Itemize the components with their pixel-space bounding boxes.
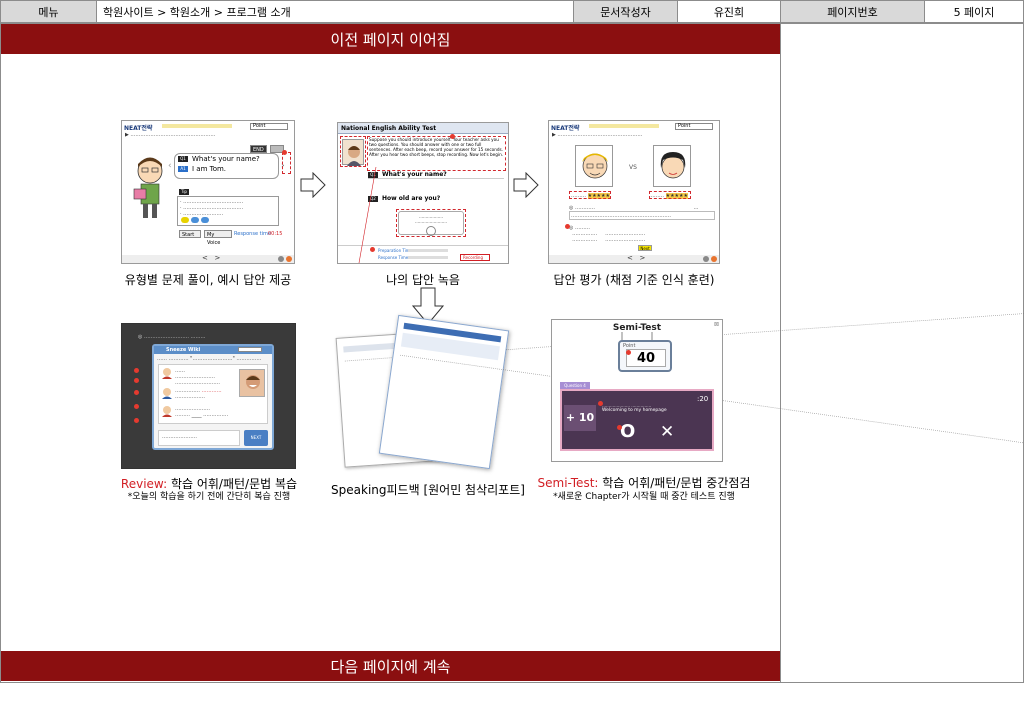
- feedback-report-front: ……………………………………………………………………………………………………………: [378, 314, 1024, 498]
- a1-tag: A1: [178, 166, 188, 172]
- progress-strip: [162, 124, 232, 128]
- review-window: Sneeze Wiki …… ………… "……………………" …………… …………: [152, 344, 274, 450]
- x-button[interactable]: ✕: [660, 422, 674, 442]
- question-2: How old are you?: [382, 195, 441, 202]
- tip-tag: Tip: [179, 189, 189, 195]
- question-1: What's your name?: [382, 171, 447, 178]
- screenshot-semi-test: Semi-Test ⊠ Point 40 Question 4 + 10 :20…: [551, 319, 723, 462]
- mode-select[interactable]: Point: [675, 123, 713, 130]
- pager-arrows[interactable]: < >: [627, 254, 645, 262]
- author-name: 유진희: [677, 0, 781, 23]
- breadcrumb: 학원사이트 > 학원소개 > 프로그램 소개: [96, 0, 574, 23]
- answer-text: I am Tom.: [192, 165, 227, 173]
- help-icon[interactable]: [278, 256, 284, 262]
- caption-review-sub: *오늘의 학습을 하기 전에 간단히 복습 진행: [127, 492, 291, 502]
- brand-logo: NEAT전략: [551, 125, 580, 132]
- mode-select[interactable]: Point: [250, 123, 288, 130]
- author-label: 문서작성자: [573, 0, 678, 23]
- timer: :20: [697, 395, 709, 403]
- response-time-value: 00:15: [268, 231, 283, 237]
- point-value: 40: [626, 349, 666, 367]
- boy-character-icon: [133, 157, 163, 218]
- document-header: 메뉴 학원사이트 > 학원소개 > 프로그램 소개 문서작성자 유진희 페이지번…: [0, 0, 1024, 23]
- continued-from-banner: 이전 페이지 이어짐: [1, 24, 780, 54]
- caption-feedback: Speaking피드백 [원어민 첨삭리포트]: [331, 483, 525, 497]
- caption-type-practice: 유형별 문제 풀이, 예시 답안 제공: [124, 273, 292, 287]
- close-icon[interactable]: [711, 256, 717, 262]
- caption-semi-test-sub: *새로운 Chapter가 시작될 때 중간 테스트 진행: [553, 492, 735, 502]
- my-voice-button[interactable]: My Voice: [204, 230, 232, 246]
- caption-recording: 나의 답안 녹음: [386, 273, 460, 287]
- q1-tag: Q1: [178, 156, 188, 162]
- brand-logo: NEAT전략: [124, 125, 153, 132]
- close-icon[interactable]: [286, 256, 292, 262]
- continued-next-banner: 다음 페이지에 계속: [1, 651, 780, 681]
- avatar-icon: [162, 406, 172, 417]
- point-card: Point 40: [618, 340, 672, 372]
- girl-portrait-icon: [653, 145, 691, 187]
- avatar-icon: [162, 388, 172, 399]
- highlight-box: [282, 152, 291, 174]
- right-arrow-icon: [513, 172, 539, 198]
- man-photo: [239, 369, 265, 397]
- screenshot-review: ◎ ……………………… ……… Sneeze Wiki …… ………… "…………: [121, 323, 296, 469]
- screenshot-type-practice: NEAT전략 Point ▶ …………………………………………… END Q1 …: [121, 120, 295, 264]
- quiz-question: Welcoming to my homepage: [602, 408, 667, 413]
- quiz-panel: + 10 :20 ………………… …………… Welcoming to my h…: [560, 389, 714, 451]
- close-icon[interactable]: ⊠: [714, 321, 719, 328]
- screenshot-evaluation: NEAT전략 Point ▶ …………………………………………… VS ……… …: [548, 120, 720, 264]
- vs-label: VS: [629, 164, 637, 171]
- end-button[interactable]: END: [250, 145, 267, 153]
- question-tab: Question 4: [560, 382, 590, 389]
- caption-evaluation: 답안 평가 (채점 기준 인식 훈련): [553, 273, 715, 287]
- response-time-label: Response time: [234, 231, 271, 237]
- help-icon[interactable]: [703, 256, 709, 262]
- avatar-icon: [162, 368, 172, 379]
- pager-arrows[interactable]: < >: [202, 254, 220, 262]
- bonus-points: + 10: [564, 405, 596, 431]
- review-tab: Sneeze Wiki: [166, 347, 201, 353]
- next-button[interactable]: Next: [638, 245, 652, 251]
- side-notes-frame: [781, 23, 1024, 683]
- o-button[interactable]: O: [620, 421, 635, 442]
- question-text: What's your name?: [192, 155, 260, 163]
- prev-arrow-icon[interactable]: ‹: [168, 161, 172, 171]
- review-next-button[interactable]: NEXT: [244, 430, 268, 446]
- tip-box: · ……………………………… · ……………………………… · ……………………: [177, 196, 279, 226]
- page-number-value: 5 페이지: [924, 0, 1024, 23]
- test-title: National English Ability Test: [338, 123, 508, 134]
- start-button[interactable]: Start: [179, 230, 201, 238]
- right-arrow-icon: [300, 172, 326, 198]
- marker-dot: [282, 150, 287, 155]
- boy-portrait-icon: [575, 145, 613, 187]
- menu-label: 메뉴: [0, 0, 97, 23]
- recording-status: Recording: [460, 254, 490, 261]
- page-number-label: 페이지번호: [780, 0, 925, 23]
- screenshot-recording: National English Ability Test Suppose yo…: [337, 122, 509, 264]
